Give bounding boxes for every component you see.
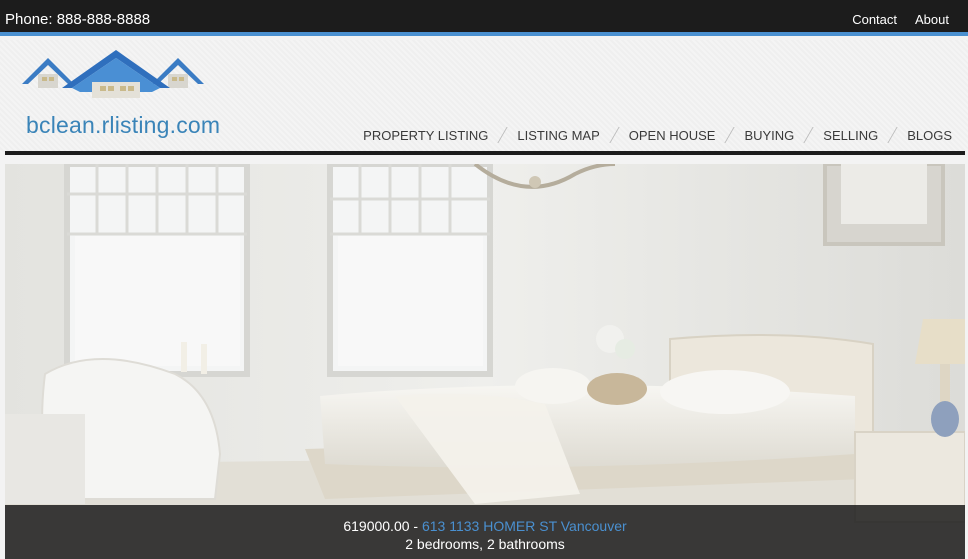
bedroom-photo: [5, 164, 965, 559]
nav-listing-map[interactable]: LISTING MAP: [503, 128, 613, 143]
price-separator: -: [409, 518, 422, 534]
header-divider: [5, 151, 965, 155]
nav-selling[interactable]: SELLING: [809, 128, 892, 143]
logo-text: bclean.rlisting.com: [26, 112, 221, 138]
roofs-logo-icon: [22, 50, 204, 98]
contact-link[interactable]: Contact: [852, 12, 897, 27]
hero-slide[interactable]: 619000.00 - 613 1133 HOMER ST Vancouver …: [5, 164, 965, 559]
nav-buying[interactable]: BUYING: [730, 128, 808, 143]
site-header: bclean.rlisting.com PROPERTY LISTING LIS…: [0, 40, 968, 155]
top-links: Contact About: [852, 12, 949, 27]
main-nav: PROPERTY LISTING LISTING MAP OPEN HOUSE …: [349, 127, 952, 143]
site-logo[interactable]: bclean.rlisting.com: [22, 48, 242, 138]
about-link[interactable]: About: [915, 12, 949, 27]
listing-details: 2 bedrooms, 2 bathrooms: [405, 536, 565, 552]
nav-property-listing[interactable]: PROPERTY LISTING: [349, 128, 502, 143]
nav-open-house[interactable]: OPEN HOUSE: [615, 128, 730, 143]
listing-address-link[interactable]: 613 1133 HOMER ST Vancouver: [422, 518, 627, 534]
nav-blogs[interactable]: BLOGS: [893, 128, 952, 143]
listing-price: 619000.00: [343, 518, 410, 534]
top-bar: Phone: 888-888-8888 Contact About: [0, 0, 968, 36]
listing-title-line: 619000.00 - 613 1133 HOMER ST Vancouver: [5, 517, 965, 535]
phone-number: Phone: 888-888-8888: [5, 11, 151, 28]
listing-caption: 619000.00 - 613 1133 HOMER ST Vancouver …: [5, 505, 965, 559]
